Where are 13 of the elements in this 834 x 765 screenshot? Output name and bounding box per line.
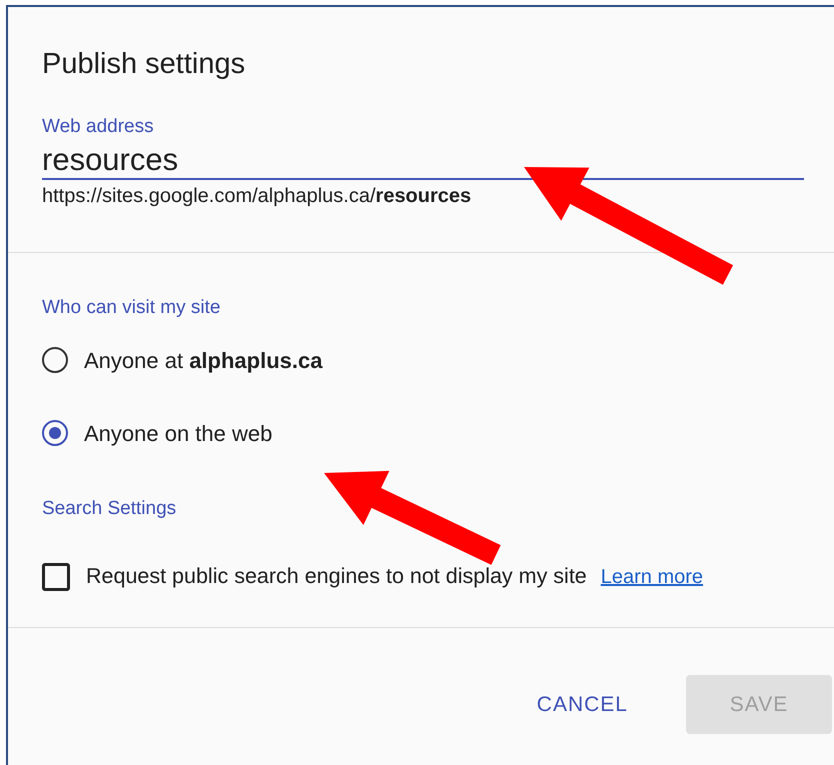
radio-label[interactable]: Anyone at alphaplus.ca (84, 344, 322, 377)
radio-button[interactable] (42, 347, 68, 374)
radio-label[interactable]: Anyone on the web (84, 416, 272, 450)
section-heading: Who can visit my site (42, 296, 222, 320)
section-heading: Search Settings (42, 498, 178, 520)
cancel-button[interactable]: CANCEL (506, 674, 658, 734)
checkbox-label[interactable]: Request public search engines to not display my site (86, 560, 587, 593)
dialog-title: Publish settings (42, 47, 246, 82)
checkbox[interactable] (42, 562, 70, 590)
site-url: https://sites.google.com/alphaplus.ca/resources (42, 184, 472, 208)
field-label: Web address (42, 116, 155, 139)
radio-button[interactable] (42, 420, 68, 446)
learn-more-link[interactable]: Learn more (600, 562, 704, 592)
